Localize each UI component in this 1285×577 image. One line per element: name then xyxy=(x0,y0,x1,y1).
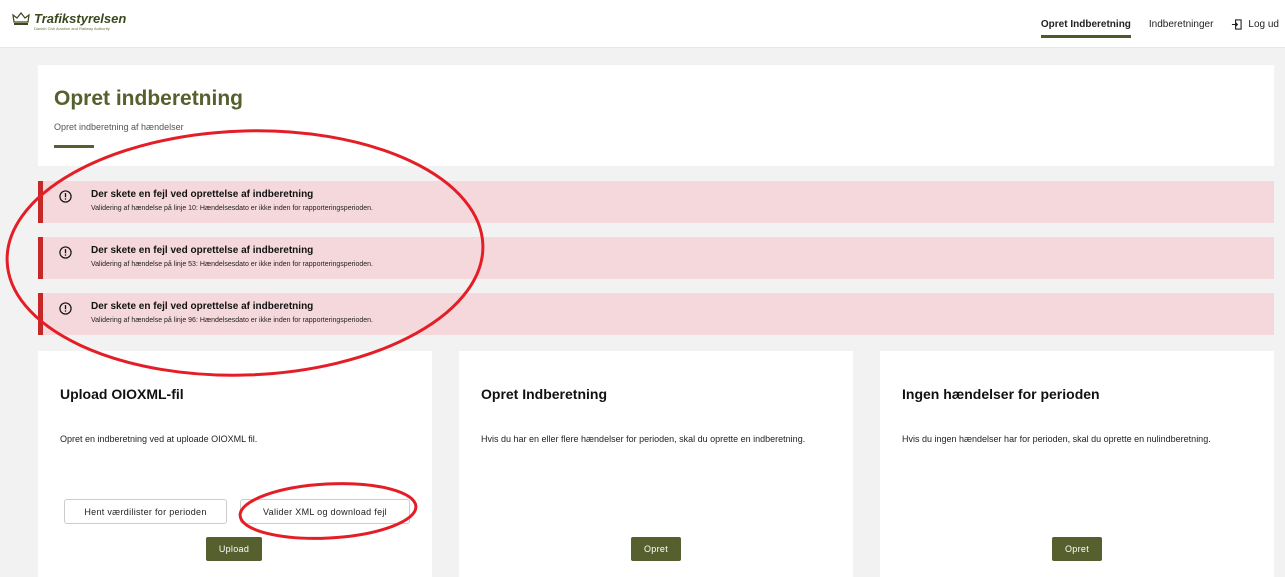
logout-button[interactable]: Log ud xyxy=(1231,19,1279,30)
title-underline xyxy=(54,145,94,148)
no-events-card: Ingen hændelser for perioden Hvis du ing… xyxy=(880,351,1274,577)
alert-circle-icon xyxy=(59,246,72,259)
main-nav: Opret Indberetning Indberetninger Log ud xyxy=(1040,0,1285,48)
no-events-card-text: Hvis du ingen hændelser har for perioden… xyxy=(902,434,1211,444)
no-events-card-title: Ingen hændelser for perioden xyxy=(902,386,1100,402)
nav-create-report[interactable]: Opret Indberetning xyxy=(1040,0,1131,48)
error-alert: Der skete en fejl ved oprettelse af indb… xyxy=(38,237,1274,279)
error-alert: Der skete en fejl ved oprettelse af indb… xyxy=(38,181,1274,223)
logo-subtitle: Danish Civil Aviation and Railway Author… xyxy=(34,26,110,31)
create-card-title: Opret Indberetning xyxy=(481,386,607,402)
upload-card-title: Upload OIOXML-fil xyxy=(60,386,184,402)
logout-icon xyxy=(1232,18,1243,30)
error-alert: Der skete en fejl ved oprettelse af indb… xyxy=(38,293,1274,335)
alert-circle-icon xyxy=(59,302,72,315)
error-title: Der skete en fejl ved oprettelse af indb… xyxy=(91,245,314,256)
create-zero-report-button[interactable]: Opret xyxy=(1052,537,1102,561)
upload-card: Upload OIOXML-fil Opret en indberetning … xyxy=(38,351,432,577)
page-title: Opret indberetning xyxy=(54,87,243,110)
error-message: Validering af hændelse på linje 96: Hænd… xyxy=(91,317,373,324)
get-value-lists-button[interactable]: Hent værdilister for perioden xyxy=(64,499,227,524)
top-header: Trafikstyrelsen Danish Civil Aviation an… xyxy=(0,0,1285,48)
create-button[interactable]: Opret xyxy=(631,537,681,561)
upload-button[interactable]: Upload xyxy=(206,537,262,561)
error-title: Der skete en fejl ved oprettelse af indb… xyxy=(91,301,314,312)
validate-xml-button[interactable]: Valider XML og download fejl xyxy=(240,499,410,524)
error-title: Der skete en fejl ved oprettelse af indb… xyxy=(91,189,314,200)
alert-circle-icon xyxy=(59,190,72,203)
create-report-card: Opret Indberetning Hvis du har en eller … xyxy=(459,351,853,577)
error-message: Validering af hændelse på linje 53: Hænd… xyxy=(91,261,373,268)
page: Trafikstyrelsen Danish Civil Aviation an… xyxy=(0,0,1285,577)
upload-card-text: Opret en indberetning ved at uploade OIO… xyxy=(60,434,258,444)
error-message: Validering af hændelse på linje 10: Hænd… xyxy=(91,205,373,212)
page-title-card: Opret indberetning Opret indberetning af… xyxy=(38,65,1274,166)
crown-icon xyxy=(12,12,30,25)
logout-label: Log ud xyxy=(1248,18,1279,30)
page-subtitle: Opret indberetning af hændelser xyxy=(54,122,184,132)
create-card-text: Hvis du har en eller flere hændelser for… xyxy=(481,434,806,444)
logo[interactable]: Trafikstyrelsen Danish Civil Aviation an… xyxy=(12,12,126,32)
nav-reports[interactable]: Indberetninger xyxy=(1149,0,1214,48)
logo-name: Trafikstyrelsen xyxy=(34,11,127,26)
